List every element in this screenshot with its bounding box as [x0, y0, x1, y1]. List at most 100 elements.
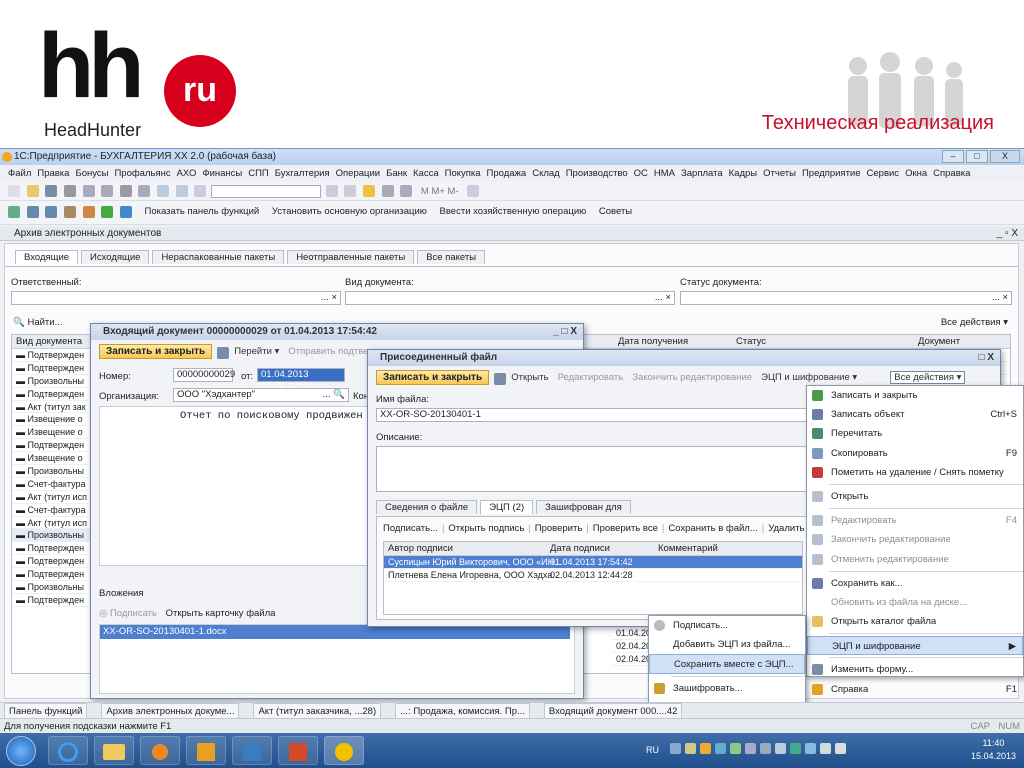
menu-item[interactable]: Кадры [729, 168, 757, 179]
tray-icon[interactable] [685, 743, 696, 754]
ecp-menu-item[interactable]: Подписать... [649, 616, 805, 635]
signature-action[interactable]: Проверить [535, 523, 583, 534]
calculator-icon[interactable] [381, 185, 394, 197]
archive-tab[interactable]: Неотправленные пакеты [287, 250, 415, 264]
menu-item[interactable]: Банк [386, 168, 407, 179]
archive-tab[interactable]: Нераспакованные пакеты [152, 250, 285, 264]
menu-item[interactable]: Правка [37, 168, 69, 179]
attached-file-tab[interactable]: Сведения о файле [376, 500, 478, 514]
menu-item[interactable]: Записать и закрыть [807, 386, 1023, 405]
signature-action[interactable]: Подписать... [383, 523, 438, 534]
1c-icon[interactable] [324, 736, 364, 765]
archive-tab[interactable]: Входящие [15, 250, 79, 264]
signature-action[interactable]: Проверить все [593, 523, 658, 534]
visio-icon[interactable] [232, 736, 272, 765]
find-button[interactable]: 🔍 Найти... [13, 317, 63, 328]
menu-item[interactable]: Окна [905, 168, 927, 179]
clock[interactable]: 11:40 15.04.2013 [971, 737, 1016, 763]
signature-action[interactable]: Удалить [768, 523, 804, 534]
edit-button[interactable]: Редактировать [558, 372, 624, 383]
menu-item[interactable]: Пометить на удаление / Снять пометку [807, 463, 1023, 482]
new-doc-icon[interactable] [8, 185, 20, 197]
ecp-menu-item[interactable]: Сохранить вместе с ЭЦП... [649, 654, 805, 674]
open-button[interactable]: Открыть [511, 372, 548, 383]
help-icon[interactable] [119, 206, 132, 218]
menu-item[interactable]: Отменить редактирование [807, 550, 1023, 569]
menu-item[interactable]: СПП [248, 168, 269, 179]
docs-icon[interactable] [26, 206, 39, 218]
menu-item[interactable]: Производство [566, 168, 628, 179]
tips-button[interactable]: Советы [599, 206, 632, 217]
menu-item[interactable]: Предприятие [802, 168, 861, 179]
archive-tab[interactable]: Все пакеты [417, 250, 486, 264]
col-received[interactable]: Дата получения [618, 335, 688, 349]
sig-col-date[interactable]: Дата подписи [550, 542, 610, 556]
sign-link[interactable]: ◎ Подписать [99, 608, 157, 619]
tray-icon[interactable] [760, 743, 771, 754]
signature-action[interactable]: Сохранить в файл... [668, 523, 757, 534]
finish-edit-button[interactable]: Закончить редактирование [632, 372, 752, 383]
explorer-icon[interactable] [94, 736, 134, 765]
minimize-button[interactable]: – [942, 150, 964, 163]
menu-item[interactable]: Записать объект Ctrl+S [807, 405, 1023, 424]
menu-item[interactable]: Редактировать F4 [807, 511, 1023, 530]
menu-item[interactable]: Скопировать F9 [807, 444, 1023, 463]
menu-item[interactable]: Касса [413, 168, 439, 179]
menu-item[interactable]: Файл [8, 168, 31, 179]
chart-icon[interactable] [82, 206, 95, 218]
menu-item[interactable]: Обновить из файла на диске... [807, 593, 1023, 612]
close-button[interactable]: X [990, 150, 1020, 163]
ie-icon[interactable] [48, 736, 88, 765]
network-icon[interactable] [820, 743, 831, 754]
menu-item[interactable]: Продажа [487, 168, 527, 179]
signature-row[interactable]: Плетнева Елена Игоревна, ООО Хэдха... 02.… [384, 569, 802, 582]
reports-icon[interactable] [45, 206, 58, 218]
attached-save-icon[interactable] [494, 373, 507, 385]
ecp-menu-button[interactable]: ЭЦП и шифрование ▾ [761, 372, 857, 383]
tray-icon[interactable] [775, 743, 786, 754]
tray-icon[interactable] [790, 743, 801, 754]
description-field[interactable] [376, 446, 808, 492]
menu-item[interactable]: Склад [532, 168, 560, 179]
memory-buttons[interactable]: M M+ M- [421, 186, 459, 197]
responsible-field[interactable]: ... × [11, 291, 341, 305]
attached-file-tab[interactable]: ЭЦП (2) [480, 500, 534, 514]
enter-operation-button[interactable]: Ввести хозяйственную операцию [440, 206, 587, 217]
set-org-button[interactable]: Установить основную организацию [272, 206, 427, 217]
date-field[interactable]: 01.04.2013 17:54:42 [257, 368, 345, 392]
menu-item[interactable]: Финансы [202, 168, 242, 179]
menu-item[interactable]: АХО [177, 168, 197, 179]
col-document[interactable]: Документ [918, 335, 960, 349]
incoming-doc-window-controls[interactable]: _ □ X [553, 324, 577, 340]
menu-item[interactable]: Операции [336, 168, 380, 179]
language-indicator[interactable]: RU [646, 745, 659, 755]
menu-item[interactable]: Открыть каталог файла [807, 612, 1023, 631]
find-next-icon[interactable] [325, 185, 338, 197]
tray-icon[interactable] [730, 743, 741, 754]
attached-all-actions-button[interactable]: Все действия ▾ [890, 371, 966, 384]
archive-window-controls[interactable]: _ ▫ X [997, 227, 1018, 241]
journal-icon[interactable] [8, 206, 20, 218]
bank-icon[interactable] [63, 206, 76, 218]
menu-item[interactable]: Бонусы [75, 168, 108, 179]
attachment-row[interactable]: XX-OR-SO-20130401-1.docx [100, 625, 570, 639]
calendar-icon[interactable] [400, 185, 413, 197]
menu-item[interactable]: Профальянс [114, 168, 170, 179]
menu-item[interactable]: Сохранить как... [807, 574, 1023, 593]
menu-item[interactable]: Отчеты [763, 168, 796, 179]
tray-icon[interactable] [700, 743, 711, 754]
status-field[interactable]: ... × [680, 291, 1012, 305]
col-doc-type[interactable]: Вид документа [16, 336, 82, 347]
search-input[interactable] [211, 185, 322, 198]
attached-file-window-controls[interactable]: □ X [979, 350, 995, 366]
signature-action[interactable]: Открыть подпись [448, 523, 524, 534]
open-folder-icon[interactable] [26, 185, 39, 197]
incoming-save-icon[interactable] [217, 347, 230, 359]
incoming-save-close-button[interactable]: Записать и закрыть [99, 344, 213, 359]
outlook-icon[interactable] [186, 736, 226, 765]
powerpoint-icon[interactable] [278, 736, 318, 765]
menu-item[interactable]: ЭЦП и шифрование ▶ [807, 636, 1023, 656]
number-field[interactable]: 00000000029 [173, 368, 235, 382]
archive-tab[interactable]: Исходящие [81, 250, 150, 264]
menu-item[interactable]: Справка F1 [807, 680, 1023, 699]
